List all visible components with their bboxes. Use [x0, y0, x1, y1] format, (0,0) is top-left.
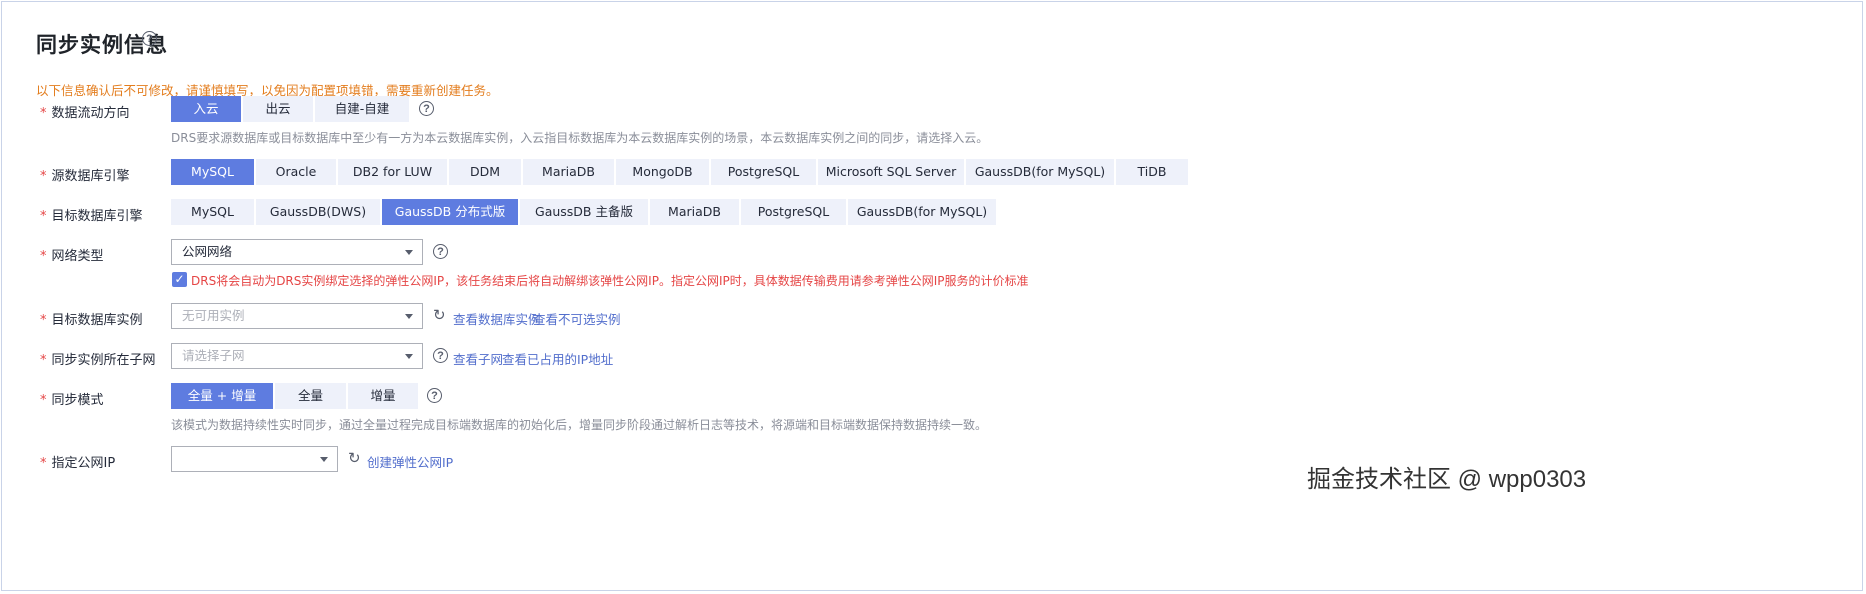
sync-mode-hint: 该模式为数据持续性实时同步，通过全量过程完成目标端数据库的初始化后，增量同步阶段…: [171, 418, 988, 432]
field-label-network-type: * 网络类型: [40, 249, 104, 264]
network-type-select[interactable]: 公网网络: [171, 239, 423, 265]
required-mark: *: [40, 249, 47, 264]
network-type-value: 公网网络: [182, 244, 233, 259]
target-engine-segmented: MySQL GaussDB(DWS) GaussDB 分布式版 GaussDB …: [171, 199, 996, 225]
target-instance-placeholder: 无可用实例: [182, 308, 245, 323]
sync-mode-option-full[interactable]: 全量: [275, 383, 346, 409]
question-circle-icon[interactable]: ?: [142, 31, 157, 46]
required-mark: *: [40, 393, 47, 408]
field-label-public-ip: * 指定公网IP: [40, 456, 116, 471]
field-label-sync-mode: * 同步模式: [40, 393, 104, 408]
required-mark: *: [40, 313, 47, 328]
eip-checkbox[interactable]: ✓: [172, 272, 187, 287]
question-circle-icon[interactable]: ?: [419, 101, 434, 116]
source-engine-option[interactable]: Microsoft SQL Server: [818, 159, 964, 185]
watermark: 掘金技术社区 @ wpp0303: [1307, 466, 1587, 493]
target-instance-select[interactable]: 无可用实例: [171, 303, 423, 329]
public-ip-select[interactable]: [171, 446, 338, 472]
direction-hint: DRS要求源数据库或目标数据库中至少有一方为本云数据库实例，入云指目标数据库为本…: [171, 131, 989, 145]
source-engine-option[interactable]: GaussDB(for MySQL): [966, 159, 1114, 185]
target-engine-option[interactable]: GaussDB(for MySQL): [848, 199, 996, 225]
required-mark: *: [40, 456, 47, 471]
refresh-icon[interactable]: ↻: [348, 449, 361, 467]
chevron-down-icon: [320, 457, 328, 462]
direction-option-in[interactable]: 入云: [171, 96, 241, 122]
view-db-instances-link[interactable]: 查看数据库实例: [453, 309, 541, 328]
sync-mode-segmented: 全量 + 增量 全量 增量: [171, 383, 418, 409]
refresh-icon[interactable]: ↻: [433, 306, 446, 324]
required-mark: *: [40, 169, 47, 184]
target-engine-option[interactable]: MariaDB: [650, 199, 739, 225]
field-label-direction: * 数据流动方向: [40, 106, 130, 121]
field-label-target-instance: * 目标数据库实例: [40, 313, 143, 328]
field-label-subnet: * 同步实例所在子网: [40, 353, 156, 368]
direction-option-self[interactable]: 自建-自建: [315, 96, 409, 122]
source-engine-segmented: MySQL Oracle DB2 for LUW DDM MariaDB Mon…: [171, 159, 1188, 185]
view-used-ip-link[interactable]: 查看已占用的IP地址: [502, 349, 613, 368]
required-mark: *: [40, 353, 47, 368]
field-label-source-engine: * 源数据库引擎: [40, 169, 130, 184]
create-eip-link[interactable]: 创建弹性公网IP: [367, 452, 453, 471]
source-engine-option[interactable]: PostgreSQL: [711, 159, 816, 185]
direction-option-out[interactable]: 出云: [243, 96, 313, 122]
field-label-target-engine: * 目标数据库引擎: [40, 209, 143, 224]
view-subnets-link[interactable]: 查看子网: [453, 349, 503, 368]
sync-mode-option-full-incremental[interactable]: 全量 + 增量: [171, 383, 273, 409]
chevron-down-icon: [405, 354, 413, 359]
chevron-down-icon: [405, 314, 413, 319]
target-engine-option[interactable]: GaussDB 主备版: [520, 199, 648, 225]
question-circle-icon[interactable]: ?: [427, 388, 442, 403]
chevron-down-icon: [405, 250, 413, 255]
target-engine-option[interactable]: PostgreSQL: [741, 199, 846, 225]
source-engine-option[interactable]: Oracle: [256, 159, 336, 185]
direction-segmented: 入云 出云 自建-自建: [171, 96, 409, 122]
source-engine-option[interactable]: MySQL: [171, 159, 254, 185]
target-engine-option[interactable]: GaussDB(DWS): [256, 199, 380, 225]
source-engine-option[interactable]: MariaDB: [523, 159, 614, 185]
source-engine-option[interactable]: MongoDB: [616, 159, 709, 185]
subnet-select[interactable]: 请选择子网: [171, 343, 423, 369]
question-circle-icon[interactable]: ?: [433, 244, 448, 259]
eip-notice: DRS将会自动为DRS实例绑定选择的弹性公网IP，该任务结束后将自动解绑该弹性公…: [191, 274, 1029, 288]
sync-instance-form: 同步实例信息 ? 以下信息确认后不可修改，请谨慎填写，以免因为配置项填错，需要重…: [1, 1, 1863, 591]
target-engine-option[interactable]: MySQL: [171, 199, 254, 225]
required-mark: *: [40, 209, 47, 224]
target-engine-option[interactable]: GaussDB 分布式版: [382, 199, 518, 225]
subnet-placeholder: 请选择子网: [182, 348, 245, 363]
source-engine-option[interactable]: DB2 for LUW: [338, 159, 447, 185]
source-engine-option[interactable]: DDM: [449, 159, 521, 185]
check-icon: ✓: [174, 272, 185, 286]
required-mark: *: [40, 106, 47, 121]
view-unavailable-instances-link[interactable]: 查看不可选实例: [533, 309, 621, 328]
question-circle-icon[interactable]: ?: [433, 348, 448, 363]
source-engine-option[interactable]: TiDB: [1116, 159, 1188, 185]
sync-mode-option-incremental[interactable]: 增量: [348, 383, 418, 409]
